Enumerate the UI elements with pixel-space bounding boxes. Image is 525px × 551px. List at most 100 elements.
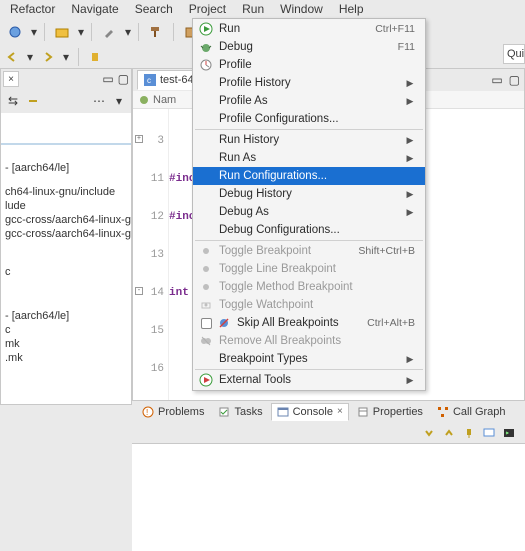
explorer-tree[interactable]: - [aarch64/le] ch64-linux-gnu/include lu… — [1, 113, 131, 404]
link-icon[interactable] — [25, 93, 41, 109]
menu-item[interactable]: RunCtrl+F11 — [193, 20, 425, 38]
run-green-icon — [197, 21, 215, 37]
menu-item-label: Run As — [215, 152, 405, 164]
close-icon[interactable]: × — [337, 406, 343, 417]
maximize-icon[interactable]: ▢ — [118, 72, 129, 86]
tree-item[interactable]: mk — [1, 337, 131, 351]
props-icon — [357, 406, 369, 418]
menu-item-label: Remove All Breakpoints — [215, 335, 415, 347]
tree-item[interactable]: gcc-cross/aarch64-linux-gnu — [1, 227, 131, 241]
submenu-arrow-icon: ▶ — [405, 189, 415, 200]
tree-item[interactable]: - [aarch64/le] — [1, 309, 131, 323]
view-tab[interactable]: Tasks — [212, 403, 268, 421]
menu-item[interactable]: Run As▶ — [193, 149, 425, 167]
menu-item[interactable]: Breakpoint Types▶ — [193, 350, 425, 368]
menu-item[interactable]: Profile History▶ — [193, 74, 425, 92]
dot-icon — [197, 279, 215, 295]
hammer-icon[interactable] — [145, 21, 167, 43]
console-output[interactable] — [132, 444, 525, 551]
dropdown-icon[interactable]: ▾ — [62, 50, 70, 64]
menu-search[interactable]: Search — [127, 0, 181, 18]
menu-item-label: Profile — [215, 59, 415, 71]
menu-icon[interactable]: ▾ — [111, 93, 127, 109]
menu-item-label: Breakpoint Types — [215, 353, 405, 365]
fold-plus-icon[interactable]: + — [135, 135, 143, 143]
back-icon[interactable] — [4, 49, 20, 65]
tree-item[interactable]: ch64-linux-gnu/include — [1, 185, 131, 199]
minimize-icon[interactable]: ▭ — [491, 73, 502, 87]
blank-icon — [197, 168, 215, 184]
separator — [173, 23, 174, 41]
maximize-icon[interactable]: ▢ — [509, 73, 520, 87]
filter-icon[interactable]: ⋯ — [91, 93, 107, 109]
menu-item[interactable]: Run History▶ — [193, 131, 425, 149]
dropdown-icon[interactable]: ▾ — [77, 25, 85, 39]
tree-item[interactable]: gcc-cross/aarch64-linux-gnu — [1, 213, 131, 227]
menu-item: Toggle Watchpoint — [193, 296, 425, 314]
folder-icon[interactable] — [51, 21, 73, 43]
separator — [44, 23, 45, 41]
menu-item[interactable]: External Tools▶ — [193, 371, 425, 389]
menu-item[interactable]: Debug Configurations... — [193, 221, 425, 239]
pin-icon[interactable] — [461, 425, 477, 441]
menu-help[interactable]: Help — [331, 0, 372, 18]
up-arrow-icon[interactable] — [441, 425, 457, 441]
checkbox-icon[interactable] — [197, 318, 215, 329]
separator — [91, 23, 92, 41]
blank-icon — [197, 93, 215, 109]
down-arrow-icon[interactable] — [421, 425, 437, 441]
console-toolbar — [132, 422, 525, 444]
menu-project[interactable]: Project — [181, 0, 234, 18]
quick-access-input[interactable]: Qui — [503, 44, 525, 64]
dropdown-icon[interactable]: ▾ — [30, 25, 38, 39]
tree-item[interactable]: c — [1, 323, 131, 337]
menu-item[interactable]: Run Configurations... — [193, 167, 425, 185]
menu-item-label: Debug History — [215, 188, 405, 200]
menu-navigate[interactable]: Navigate — [63, 0, 126, 18]
dot-icon — [197, 261, 215, 277]
marker-icon[interactable] — [87, 49, 103, 65]
fold-minus-icon[interactable]: - — [135, 287, 143, 295]
tree-item[interactable]: lude — [1, 199, 131, 213]
view-tab[interactable]: ! Problems — [136, 403, 210, 421]
menu-item[interactable]: Profile — [193, 56, 425, 74]
dropdown-icon[interactable]: ▾ — [124, 25, 132, 39]
forward-icon[interactable] — [40, 49, 56, 65]
view-tab-label: Problems — [158, 406, 204, 418]
menu-item[interactable]: Debug History▶ — [193, 185, 425, 203]
menu-shortcut: Ctrl+F11 — [375, 23, 415, 35]
collapse-icon[interactable]: ⇆ — [5, 93, 21, 109]
minimize-icon[interactable]: ▭ — [102, 72, 113, 86]
menu-item[interactable]: Profile Configurations... — [193, 110, 425, 128]
ext-tools-icon — [197, 372, 215, 388]
display-icon[interactable] — [481, 425, 497, 441]
new-icon[interactable] — [4, 21, 26, 43]
view-tab[interactable]: Console× — [271, 403, 349, 421]
tree-item[interactable]: .mk — [1, 351, 131, 365]
menu-item[interactable]: Skip All BreakpointsCtrl+Alt+B — [193, 314, 425, 332]
wrench-icon[interactable] — [98, 21, 120, 43]
problem-icon: ! — [142, 406, 154, 418]
blank-icon — [197, 111, 215, 127]
menu-item[interactable]: Profile As▶ — [193, 92, 425, 110]
tree-item[interactable]: - [aarch64/le] — [1, 161, 131, 175]
tree-item[interactable]: c — [1, 265, 131, 279]
dropdown-icon[interactable]: ▾ — [26, 50, 34, 64]
menu-window[interactable]: Window — [272, 0, 331, 18]
menu-item[interactable]: DebugF11 — [193, 38, 425, 56]
submenu-arrow-icon: ▶ — [405, 96, 415, 107]
menu-item-label: Debug As — [215, 206, 405, 218]
view-tab[interactable]: Properties — [351, 403, 429, 421]
menu-run[interactable]: Run — [234, 0, 272, 18]
menu-item[interactable]: Debug As▶ — [193, 203, 425, 221]
blank-icon — [197, 204, 215, 220]
terminal-icon[interactable] — [501, 425, 517, 441]
menu-item: Toggle Line Breakpoint — [193, 260, 425, 278]
breadcrumb-label: Nam — [153, 94, 176, 106]
view-tab[interactable]: Call Graph — [431, 403, 512, 421]
blank-icon — [197, 222, 215, 238]
menu-item-label: Toggle Watchpoint — [215, 299, 415, 311]
menu-refactor[interactable]: Refactor — [2, 0, 63, 18]
bottom-view-tabs: ! Problems TasksConsole×PropertiesCall Gra… — [132, 400, 525, 422]
close-icon[interactable]: × — [3, 71, 19, 87]
